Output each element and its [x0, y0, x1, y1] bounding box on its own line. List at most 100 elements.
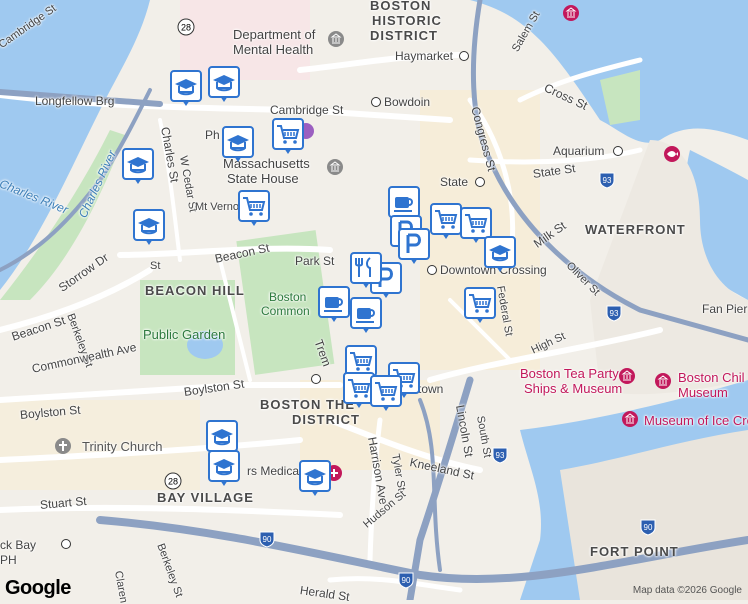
- coffee-marker[interactable]: [388, 186, 420, 222]
- svg-text:90: 90: [402, 576, 411, 585]
- parking-icon: [406, 233, 421, 253]
- school-marker[interactable]: [208, 66, 240, 102]
- school-icon: [227, 135, 249, 152]
- district-label-beacon-hill: BEACON HILL: [145, 283, 245, 298]
- school-marker[interactable]: [484, 236, 516, 272]
- school-icon: [213, 75, 235, 92]
- station-label-bowdoin: Bowdoin: [384, 95, 431, 109]
- school-icon: [211, 429, 233, 446]
- church-icon-trinity[interactable]: [54, 437, 72, 455]
- grocery-icon: [435, 210, 458, 229]
- place-label-fan-pier: Fan Pier: [702, 302, 748, 316]
- station-icon-downtown[interactable]: [427, 265, 437, 275]
- map-attribution[interactable]: Map data ©2026 Google: [633, 585, 742, 596]
- museum-icon-cross-st[interactable]: [562, 4, 580, 22]
- grocery-marker[interactable]: [238, 190, 270, 226]
- road-label-ph: Ph: [205, 128, 220, 142]
- grocery-icon: [243, 197, 266, 216]
- museum-icon-children[interactable]: [654, 372, 672, 390]
- grocery-marker[interactable]: [460, 207, 492, 243]
- route-28-shield: 28: [177, 18, 195, 36]
- i90-shield: 90: [259, 531, 275, 548]
- park-label-boston: Boston: [269, 290, 307, 304]
- grocery-icon: [350, 352, 373, 371]
- museum-icon-tea-party[interactable]: [618, 367, 636, 385]
- poi-label-trinity-church: Trinity Church: [82, 439, 163, 454]
- poi-label-tea-party-2: Ships & Museum: [524, 381, 623, 396]
- restaurant-icon: [355, 257, 371, 277]
- i93-shield: 93: [599, 172, 615, 189]
- station-label-state: State: [440, 175, 469, 189]
- park-label-common: Common: [261, 304, 310, 318]
- svg-text:28: 28: [181, 23, 191, 33]
- route-28-shield-2: 28: [164, 472, 182, 490]
- poi-label-medical: rs Medical: [247, 464, 302, 478]
- district-label-bay-village: BAY VILLAGE: [157, 490, 254, 505]
- school-icon: [489, 245, 511, 262]
- restaurant-marker[interactable]: [350, 252, 382, 288]
- grocery-marker[interactable]: [272, 118, 304, 154]
- district-label-theater: BOSTON THE: [260, 397, 355, 412]
- parking-marker[interactable]: [398, 228, 430, 264]
- svg-text:28: 28: [168, 477, 178, 487]
- district-label-fort-point: FORT POINT: [590, 544, 679, 559]
- aquarium-icon[interactable]: [663, 145, 681, 163]
- road-label-longfellow: Longfellow Brg: [35, 94, 115, 108]
- charles-river-water: [0, 0, 150, 290]
- place-label-back-bay: ck Bay: [0, 538, 37, 552]
- poi-label-tea-party: Boston Tea Party: [520, 366, 619, 381]
- station-icon-haymarket[interactable]: [459, 51, 469, 61]
- station-icon-bowdoin[interactable]: [371, 97, 381, 107]
- road-label-town: town: [418, 382, 444, 396]
- grocery-marker[interactable]: [430, 203, 462, 239]
- landmark-icon-state-house[interactable]: [326, 158, 344, 176]
- school-icon: [304, 469, 326, 486]
- school-marker[interactable]: [222, 126, 254, 162]
- park-label-public-garden: Public Garden: [143, 327, 226, 342]
- station-icon-back-bay[interactable]: [61, 539, 71, 549]
- station-icon-state[interactable]: [475, 177, 485, 187]
- poi-label-ice-cream: Museum of Ice Crean: [644, 413, 748, 428]
- station-icon-boylston[interactable]: [311, 374, 321, 384]
- school-marker[interactable]: [122, 148, 154, 184]
- landmark-icon-mental-health[interactable]: [327, 30, 345, 48]
- school-icon: [127, 157, 149, 174]
- school-icon: [175, 79, 197, 96]
- coffee-marker[interactable]: [350, 297, 382, 333]
- poi-label-state-house: State House: [227, 171, 299, 186]
- i93-shield-2: 93: [606, 305, 622, 322]
- school-marker[interactable]: [299, 460, 331, 496]
- svg-text:90: 90: [263, 535, 272, 544]
- school-marker[interactable]: [133, 209, 165, 245]
- i90-shield-3: 90: [640, 519, 656, 536]
- school-marker[interactable]: [206, 420, 238, 456]
- grocery-marker[interactable]: [464, 287, 496, 323]
- google-logo[interactable]: Google: [5, 577, 71, 600]
- grocery-icon: [348, 379, 371, 398]
- district-label-historic-2: DISTRICT: [370, 28, 438, 43]
- coffee-icon: [356, 308, 375, 323]
- svg-text:93: 93: [496, 451, 505, 460]
- grocery-marker[interactable]: [370, 375, 402, 411]
- school-marker[interactable]: [208, 450, 240, 486]
- i90-shield-2: 90: [398, 572, 414, 589]
- poi-label-mental-health: Mental Health: [233, 42, 314, 57]
- museum-icon-ice-cream[interactable]: [621, 410, 639, 428]
- grocery-icon: [277, 125, 300, 144]
- svg-text:93: 93: [610, 309, 619, 318]
- i93-shield-3: 93: [492, 447, 508, 464]
- school-icon: [213, 459, 235, 476]
- road-label-park-st: Park St: [295, 254, 335, 268]
- svg-text:93: 93: [603, 176, 612, 185]
- svg-text:90: 90: [644, 523, 653, 532]
- road-label-st: St: [150, 260, 161, 272]
- coffee-marker[interactable]: [318, 286, 350, 322]
- station-label-haymarket: Haymarket: [395, 49, 454, 63]
- station-icon-aquarium[interactable]: [613, 146, 623, 156]
- district-label-theater-2: DISTRICT: [292, 412, 360, 427]
- district-label-waterfront: WATERFRONT: [585, 222, 686, 237]
- school-icon: [138, 218, 160, 235]
- road-label-cambridge-st: Cambridge St: [270, 103, 344, 117]
- coffee-icon: [324, 297, 343, 312]
- school-marker[interactable]: [170, 70, 202, 106]
